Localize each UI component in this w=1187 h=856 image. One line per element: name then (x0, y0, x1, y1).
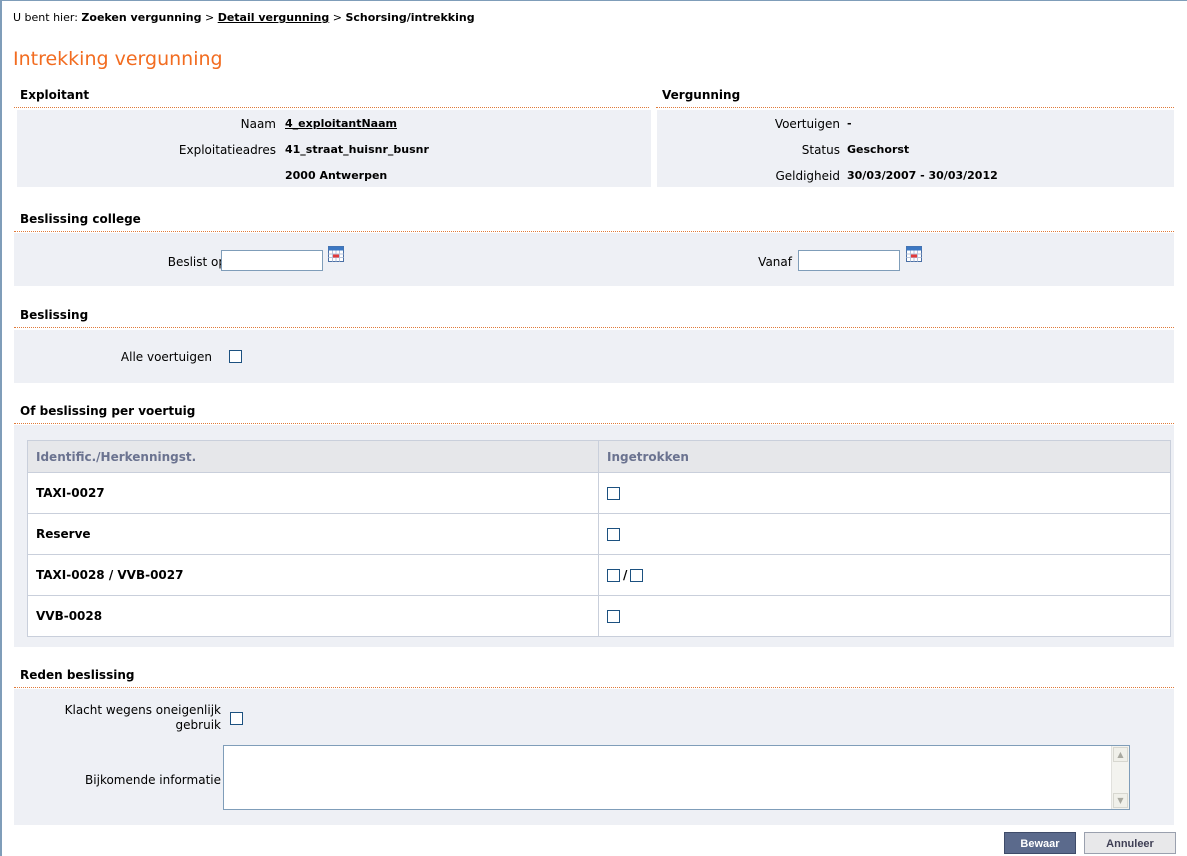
klacht-checkbox[interactable] (230, 712, 243, 725)
ingetrokken-checkbox[interactable] (607, 610, 620, 623)
voertuig-id: VVB-0028 (27, 595, 599, 637)
table-header-row: Identific./Herkenningst. Ingetrokken (27, 440, 1171, 473)
section-heading-reden-beslissing: Reden beslissing (14, 666, 1174, 688)
scroll-up-icon[interactable]: ▲ (1113, 747, 1128, 762)
breadcrumb-detail-vergunning-link[interactable]: Detail vergunning (218, 11, 330, 24)
voertuigen-label: Voertuigen (774, 117, 840, 131)
section-heading-exploitant: Exploitant (14, 86, 649, 108)
klacht-label-line1: Klacht wegens oneigenlijk (64, 703, 221, 717)
klacht-label-line2: gebruik (175, 718, 221, 732)
breadcrumb-separator: > (204, 11, 215, 24)
column-header-identificatie[interactable]: Identific./Herkenningst. (27, 440, 599, 473)
ingetrokken-checkbox-taxi[interactable] (607, 568, 620, 582)
bewaar-button[interactable]: Bewaar (1004, 832, 1076, 854)
ingetrokken-cell (598, 513, 1171, 555)
postcode-value: 2000 Antwerpen (285, 169, 388, 182)
breadcrumb-zoeken-vergunning[interactable]: Zoeken vergunning (81, 11, 201, 24)
breadcrumb-prefix: U bent hier: (13, 11, 78, 24)
ingetrokken-cell (598, 595, 1171, 637)
breadcrumb-current: Schorsing/intrekking (345, 11, 475, 24)
voertuig-id: TAXI-0028 / VVB-0027 (27, 554, 599, 596)
scroll-down-icon[interactable]: ▼ (1113, 793, 1128, 808)
ingetrokken-checkbox[interactable] (607, 487, 620, 500)
voertuig-id: TAXI-0027 (27, 472, 599, 514)
voertuigen-value: - (847, 117, 852, 130)
beslist-op-input[interactable] (221, 250, 323, 271)
breadcrumb: U bent hier: Zoeken vergunning > Detail … (13, 11, 475, 24)
calendar-icon[interactable] (328, 246, 344, 262)
vanaf-label: Vanaf (758, 255, 792, 269)
section-heading-per-voertuig: Of beslissing per voertuig (14, 402, 1174, 424)
ingetrokken-cell (598, 472, 1171, 514)
ingetrokken-cell: / (598, 554, 1171, 596)
naam-value: 4_exploitantNaam (285, 117, 397, 130)
slash-separator: / (623, 568, 628, 583)
table-row: VVB-0028 (27, 595, 1171, 637)
section-heading-beslissing-college: Beslissing college (14, 210, 1174, 232)
klacht-label: Klacht wegens oneigenlijk gebruik (65, 703, 221, 733)
naam-label: Naam (240, 117, 276, 131)
bijkomende-informatie-textarea[interactable]: ▲ ▼ (223, 745, 1130, 810)
exploitant-naam-link[interactable]: 4_exploitantNaam (285, 117, 397, 130)
textarea-scrollbar[interactable]: ▲ ▼ (1111, 746, 1129, 809)
status-label: Status (801, 143, 840, 157)
voertuig-id: Reserve (27, 513, 599, 555)
page-title: Intrekking vergunning (13, 48, 223, 70)
ingetrokken-checkbox-vvb[interactable] (630, 568, 644, 582)
exploitatieadres-value: 41_straat_huisnr_busnr (285, 143, 429, 156)
section-heading-beslissing: Beslissing (14, 306, 1174, 328)
column-header-ingetrokken[interactable]: Ingetrokken (598, 440, 1171, 473)
exploitatieadres-label: Exploitatieadres (178, 143, 276, 157)
bijkomende-informatie-label: Bijkomende informatie (85, 773, 221, 787)
alle-voertuigen-checkbox[interactable] (229, 350, 242, 363)
vanaf-input[interactable] (798, 250, 900, 271)
table-row: TAXI-0028 / VVB-0027 / (27, 554, 1171, 596)
annuleer-button[interactable]: Annuleer (1084, 832, 1176, 854)
table-row: Reserve (27, 513, 1171, 555)
breadcrumb-separator: > (332, 11, 342, 24)
table-row: TAXI-0027 (27, 472, 1171, 514)
section-heading-vergunning: Vergunning (656, 86, 1174, 108)
status-value: Geschorst (847, 143, 910, 156)
geldigheid-value: 30/03/2007 - 30/03/2012 (847, 169, 998, 182)
voertuigen-table: Identific./Herkenningst. Ingetrokken TAX… (27, 440, 1171, 637)
calendar-icon[interactable] (906, 246, 922, 262)
alle-voertuigen-label: Alle voertuigen (120, 350, 212, 364)
beslist-op-label: Beslist op (167, 255, 226, 269)
ingetrokken-checkbox[interactable] (607, 528, 620, 541)
geldigheid-label: Geldigheid (775, 169, 840, 183)
